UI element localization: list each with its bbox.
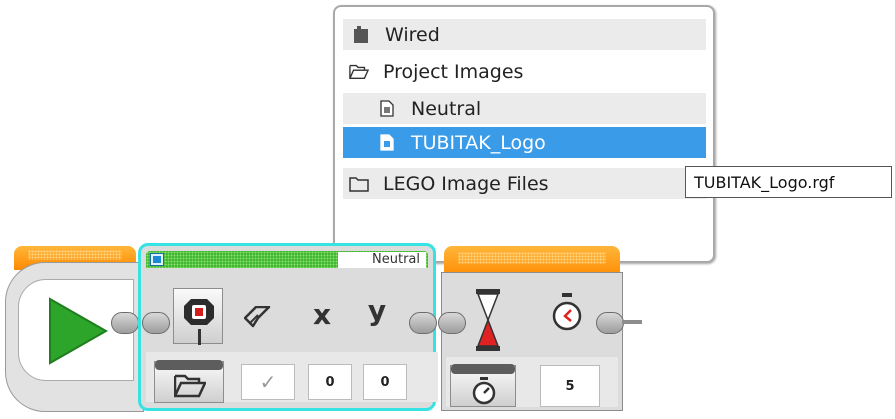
picker-item-tubitak-logo[interactable]: TUBITAK_Logo xyxy=(343,127,706,158)
picker-item-label: Wired xyxy=(385,23,440,46)
hourglass-icon xyxy=(476,289,500,351)
sequence-plug[interactable] xyxy=(596,312,624,334)
y-param-label: y xyxy=(367,294,387,327)
input-plug[interactable] xyxy=(438,312,466,334)
picker-item-wired[interactable]: Wired xyxy=(343,19,706,50)
image-file-icon xyxy=(377,133,397,153)
file-name-tooltip: TUBITAK_Logo.rgf xyxy=(685,166,892,198)
start-block[interactable] xyxy=(5,262,144,412)
eraser-icon xyxy=(244,306,271,328)
picker-item-label: Neutral xyxy=(411,97,482,120)
stopwatch-icon xyxy=(472,377,496,405)
brick-icon xyxy=(351,25,371,45)
y-value-field[interactable]: 0 xyxy=(363,364,407,400)
picker-item-label: Project Images xyxy=(383,60,524,83)
folder-open-icon xyxy=(349,62,369,82)
sequence-plug[interactable] xyxy=(111,312,139,334)
open-file-button[interactable] xyxy=(154,360,224,403)
sequence-plug[interactable] xyxy=(409,312,437,334)
picker-item-lego-image-files[interactable]: LEGO Image Files xyxy=(343,168,706,199)
clear-screen-value[interactable]: ✓ xyxy=(241,364,295,400)
sequence-wire xyxy=(622,320,642,324)
picker-item-label: LEGO Image Files xyxy=(383,172,549,195)
wait-block[interactable]: 5 xyxy=(441,272,623,411)
input-plug[interactable] xyxy=(142,312,170,334)
folder-open-icon xyxy=(174,374,206,398)
image-file-picker: Wired Project Images Neutral TUBITAK_Log… xyxy=(333,5,715,263)
image-file-icon xyxy=(377,99,397,119)
display-block[interactable]: Neutral x y ✓ 0 0 xyxy=(138,243,438,411)
picker-item-label: TUBITAK_Logo xyxy=(411,131,546,154)
picker-item-project-images[interactable]: Project Images xyxy=(343,56,706,87)
x-param-label: x xyxy=(312,298,332,331)
stopwatch-icon xyxy=(552,293,582,331)
display-image-icon xyxy=(150,253,164,266)
x-value-field[interactable]: 0 xyxy=(308,364,352,400)
file-name-field[interactable]: Neutral xyxy=(338,252,426,268)
display-mode-button[interactable] xyxy=(173,288,223,345)
folder-icon xyxy=(349,174,369,194)
play-icon xyxy=(49,297,108,365)
picker-item-neutral[interactable]: Neutral xyxy=(343,93,706,124)
seconds-value-field[interactable]: 5 xyxy=(540,365,600,407)
wait-mode-button[interactable] xyxy=(450,364,516,407)
